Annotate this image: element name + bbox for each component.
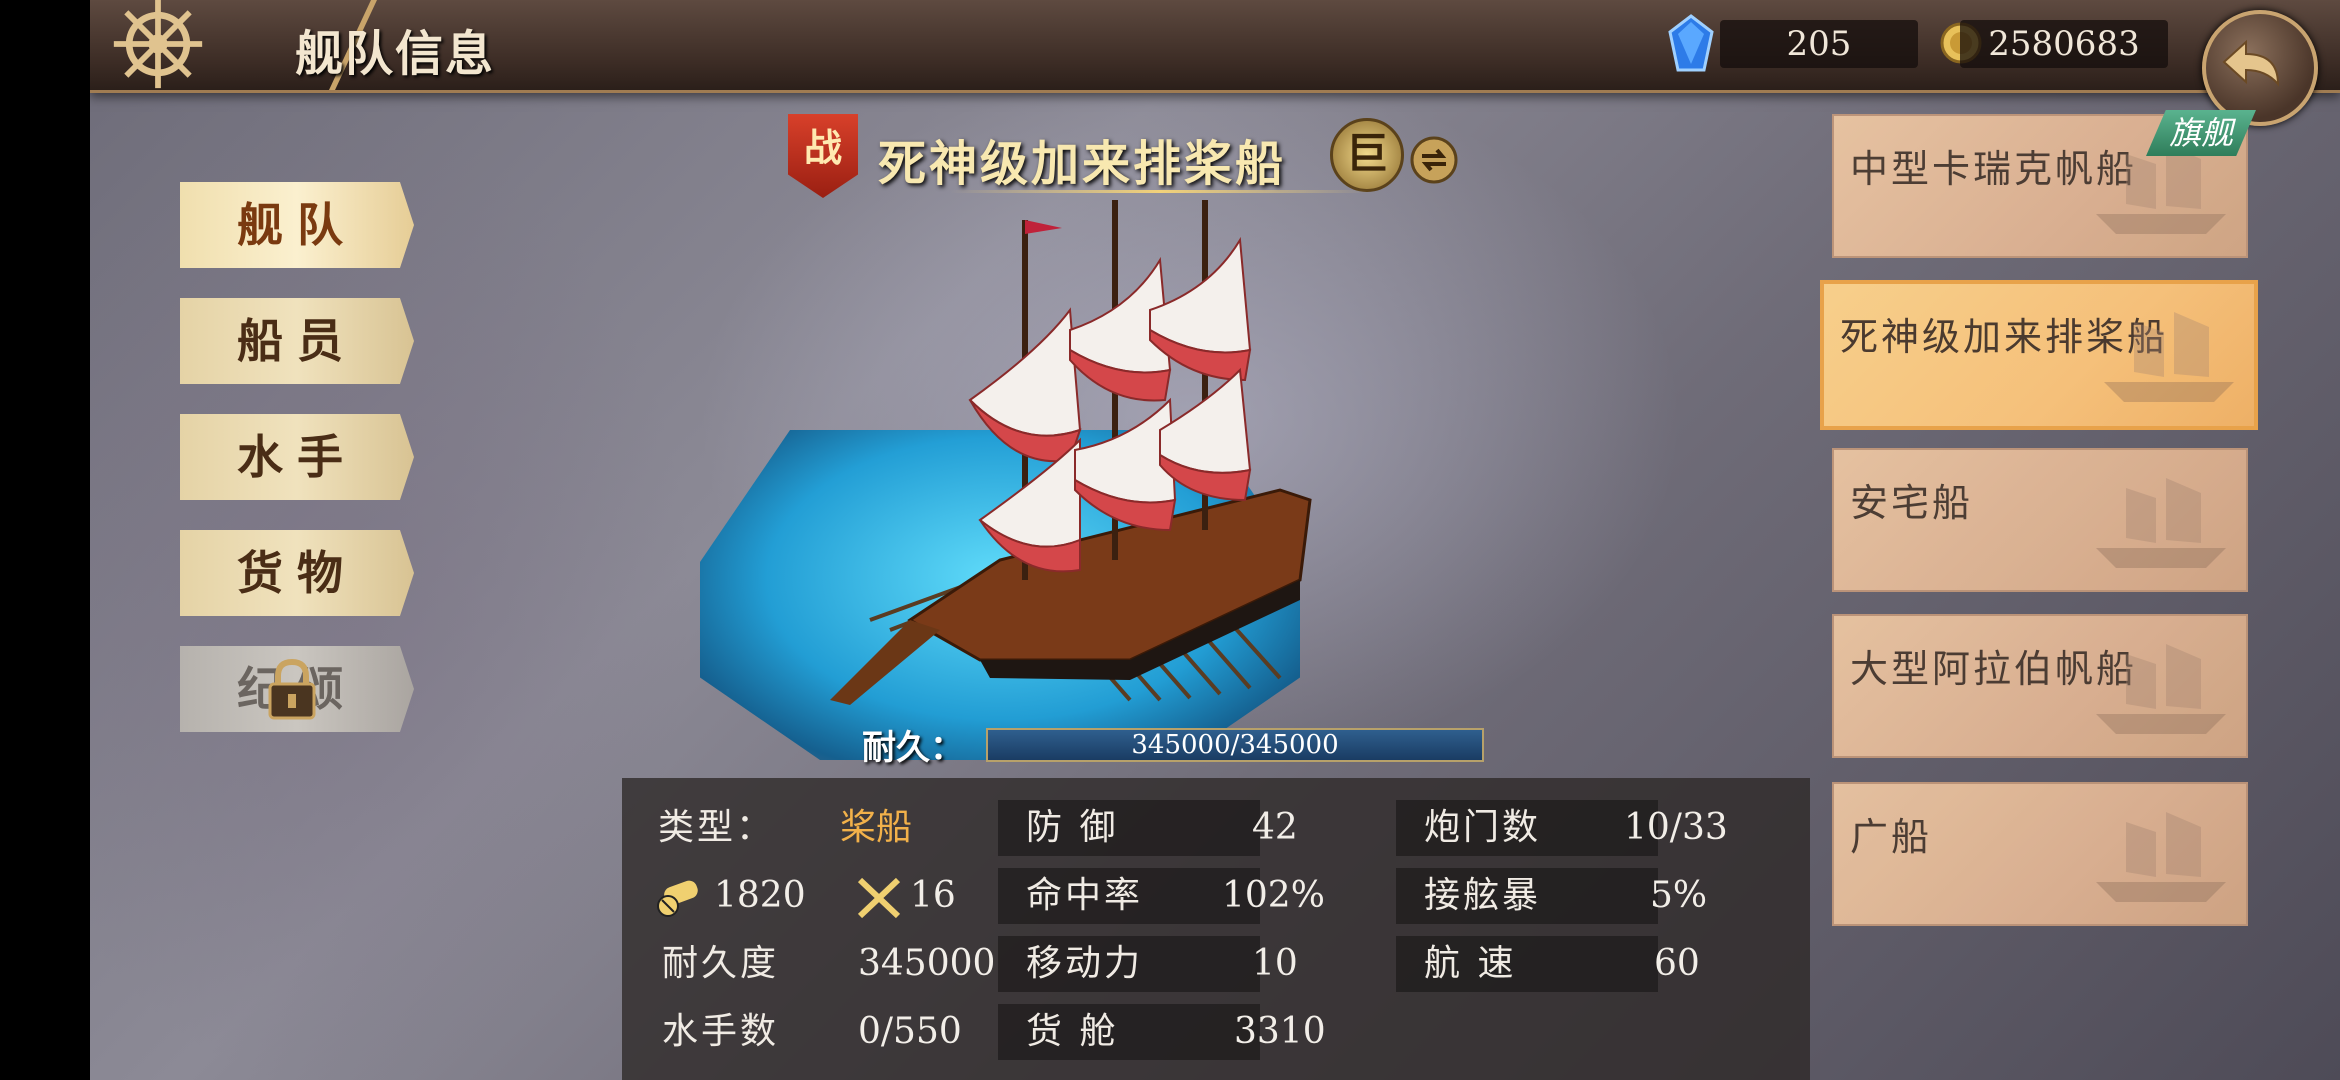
- boarding-label: 接舷暴: [1424, 875, 1542, 916]
- ship-size-badge: 巨: [1330, 118, 1404, 192]
- fleet-ship-item-selected[interactable]: 死神级加来排桨船: [1820, 280, 2258, 430]
- tab-cargo[interactable]: 货物: [180, 530, 414, 616]
- gold-amount: 2580683: [1988, 24, 2140, 64]
- durability-bar: 345000/345000: [986, 728, 1484, 762]
- gem-icon: [1668, 14, 1714, 72]
- page-title: 舰队信息: [295, 26, 496, 82]
- gunports-value: 10/33: [1624, 807, 1728, 848]
- ship-stats-panel: 类型： 桨船 1820 16 耐久度 345000 水手数 0/550 防 御 …: [622, 778, 1810, 1080]
- tab-fleet[interactable]: 舰队: [180, 182, 414, 268]
- fleet-ship-item[interactable]: 大型阿拉伯帆船: [1832, 614, 2248, 758]
- fleet-ship-name: 安宅船: [1850, 481, 1974, 525]
- tab-crew[interactable]: 船员: [180, 298, 414, 384]
- cargo-label: 货 舱: [1026, 1011, 1119, 1052]
- tab-locked[interactable]: 纪颂: [180, 646, 414, 732]
- type-label: 类型：: [658, 807, 776, 848]
- fleet-ship-item[interactable]: 安宅船: [1832, 448, 2248, 592]
- gem-counter: 205: [1720, 20, 1918, 68]
- hp-value: 345000: [858, 943, 996, 984]
- gold-counter: 2580683: [1960, 20, 2168, 68]
- crew-value: 0/550: [858, 1011, 962, 1052]
- ship-silhouette-icon: [2096, 644, 2226, 734]
- melee-power-value: 16: [910, 875, 956, 916]
- ship-model[interactable]: [830, 200, 1430, 740]
- top-bar: 舰队信息 205 2580683: [90, 0, 2340, 93]
- lock-icon: [268, 658, 316, 720]
- crossed-swords-icon: [857, 877, 901, 919]
- gem-amount: 205: [1786, 24, 1852, 64]
- defense-label: 防 御: [1026, 807, 1119, 848]
- hp-label: 耐久度: [662, 943, 780, 984]
- gunports-label: 炮门数: [1424, 807, 1542, 848]
- back-arrow-icon: [2222, 39, 2280, 87]
- cargo-value: 3310: [1234, 1011, 1326, 1052]
- combat-type-badge: 战: [788, 114, 858, 198]
- game-scene: 舰队信息 205 2580683 舰队 船员 水手 货物 纪颂 战: [90, 0, 2340, 1080]
- cannon-power-value: 1820: [714, 875, 806, 916]
- mobility-value: 10: [1252, 943, 1298, 984]
- ship-silhouette-icon: [2096, 478, 2226, 568]
- fleet-ship-name: 广船: [1850, 815, 1933, 859]
- ship-silhouette-icon: [2104, 312, 2234, 402]
- accuracy-label: 命中率: [1026, 875, 1144, 916]
- type-value: 桨船: [840, 807, 913, 848]
- ship-name: 死神级加来排桨船: [878, 136, 1287, 192]
- speed-value: 60: [1654, 943, 1700, 984]
- accuracy-value: 102%: [1222, 875, 1325, 916]
- tab-sailors[interactable]: 水手: [180, 414, 414, 500]
- name-underline: [950, 190, 1370, 193]
- cannon-icon: [657, 880, 698, 917]
- swap-ship-icon[interactable]: [1410, 136, 1458, 184]
- back-button[interactable]: [2202, 10, 2318, 126]
- boarding-value: 5%: [1650, 875, 1708, 916]
- durability-label: 耐久：: [862, 728, 964, 768]
- fleet-ship-item[interactable]: 广船: [1832, 782, 2248, 926]
- speed-label: 航 速: [1424, 943, 1517, 984]
- crew-label: 水手数: [662, 1011, 780, 1052]
- ship-silhouette-icon: [2096, 812, 2226, 902]
- mobility-label: 移动力: [1026, 943, 1144, 984]
- defense-value: 42: [1252, 807, 1298, 848]
